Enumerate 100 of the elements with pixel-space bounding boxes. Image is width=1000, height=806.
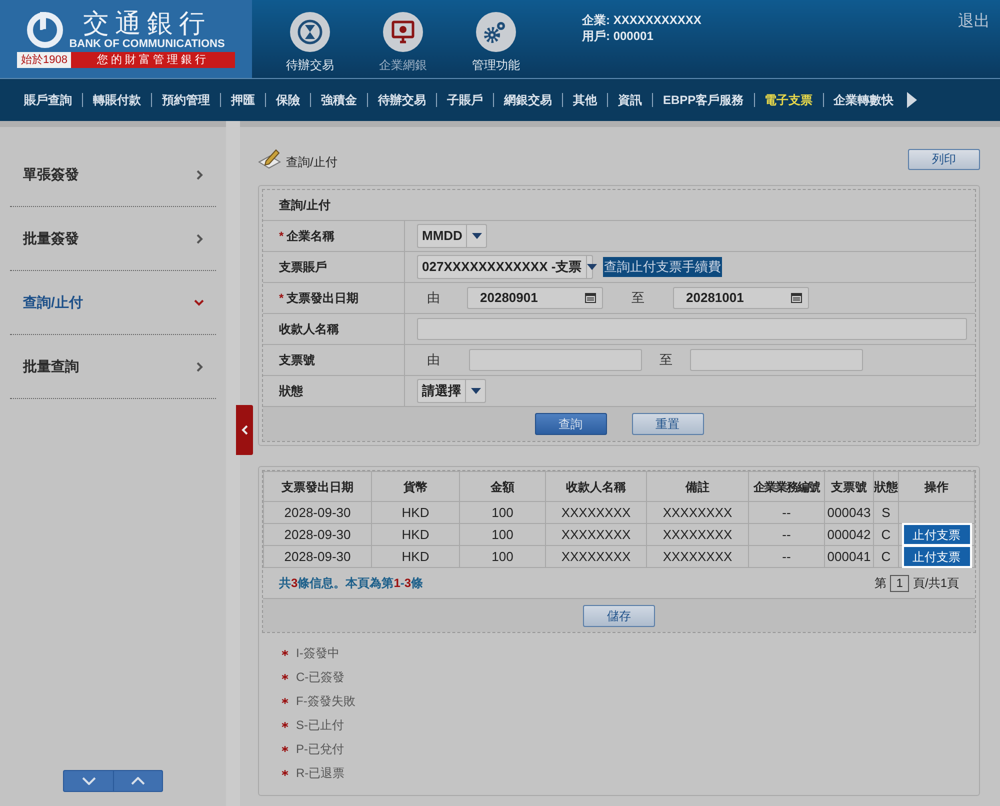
input-field[interactable] <box>469 349 642 371</box>
caret-icon <box>470 388 480 394</box>
date-field[interactable]: 20281001 <box>673 287 809 309</box>
status-legend-item: C-已簽發 <box>296 669 345 686</box>
field-label: 支票賬戶 <box>279 259 327 276</box>
nav-item[interactable]: 待辦交易 <box>368 91 436 109</box>
save-button[interactable]: 儲存 <box>583 604 655 626</box>
calendar-icon <box>791 293 802 303</box>
input-field[interactable] <box>690 349 863 371</box>
column-header: 狀態 <box>874 472 898 502</box>
status-legend-item: F-簽發失敗 <box>296 693 356 710</box>
sidebar-item[interactable]: 批量簽發 <box>10 207 216 271</box>
nav-item[interactable]: 預約管理 <box>152 91 220 109</box>
column-header: 支票發出日期 <box>264 472 372 502</box>
nav-item[interactable]: 保險 <box>266 91 310 109</box>
table-cell: XXXXXXXX <box>646 502 748 524</box>
calendar-icon <box>585 293 596 303</box>
table-cell: -- <box>748 524 824 546</box>
logout-link[interactable]: 退出 <box>958 10 990 34</box>
print-button[interactable]: 列印 <box>908 148 980 170</box>
nav-item[interactable]: 網銀交易 <box>494 91 562 109</box>
input-field[interactable] <box>417 318 967 340</box>
top-menu-item[interactable]: 管理功能 <box>466 12 526 78</box>
results-summary: 共3條信息。本頁為第1-3條 <box>279 575 424 592</box>
nav-item[interactable]: 子賬戶 <box>437 91 493 109</box>
fee-link[interactable]: 查詢止付支票手續費 <box>603 257 722 277</box>
chevron-right-icon <box>196 234 204 244</box>
founded-label: 始於1908 <box>17 52 72 68</box>
stop-payment-button[interactable]: 止付支票 <box>904 525 970 544</box>
scroll-right-icon[interactable] <box>906 91 918 109</box>
dropdown[interactable]: 請選擇 <box>417 379 486 403</box>
pager-label: 頁/共1頁 <box>912 575 959 592</box>
table-cell: XXXXXXXX <box>646 524 748 546</box>
column-header: 支票號 <box>824 472 874 502</box>
hourglass-icon <box>290 12 330 52</box>
top-menu-item[interactable]: 企業網銀 <box>373 12 433 78</box>
field-label: 支票號 <box>279 352 315 369</box>
to-label: 至 <box>630 289 646 308</box>
scroll-up-button[interactable] <box>114 770 163 792</box>
table-cell: 000042 <box>824 524 874 546</box>
status-legend-item: P-已兌付 <box>296 741 344 758</box>
table-cell: 2028-09-30 <box>264 524 372 546</box>
sidebar-item[interactable]: 查詢/止付 <box>10 271 216 335</box>
chevron-left-icon <box>241 425 248 435</box>
date-field[interactable]: 20280901 <box>467 287 603 309</box>
page-number-field[interactable]: 1 <box>890 574 909 592</box>
nav-item[interactable]: 強積金 <box>311 91 367 109</box>
asterisk-icon <box>282 746 288 752</box>
field-label: * 支票發出日期 <box>279 290 359 307</box>
slogan: 您的財富管理銀行 <box>96 52 210 68</box>
status-legend-item: S-已止付 <box>296 717 344 734</box>
company-info: 企業: XXXXXXXXXXX <box>582 12 702 28</box>
status-legend-item: R-已退票 <box>296 765 345 782</box>
gears-icon <box>476 12 516 52</box>
column-header: 金額 <box>460 472 546 502</box>
scroll-down-button[interactable] <box>63 770 114 792</box>
bank-english-name: BANK OF COMMUNICATIONS <box>69 38 225 50</box>
nav-item[interactable]: EBPP客戶服務 <box>653 91 754 109</box>
search-button[interactable]: 查詢 <box>534 413 606 435</box>
sidebar-item[interactable]: 單張簽發 <box>10 143 216 207</box>
form-title: 查詢/止付 <box>279 197 330 214</box>
nav-item[interactable]: 企業轉數快 <box>824 91 904 109</box>
nav-item[interactable]: 轉賬付款 <box>83 91 151 109</box>
pager-label: 第 <box>874 575 886 592</box>
table-cell: -- <box>748 546 824 568</box>
table-cell: HKD <box>372 502 460 524</box>
reset-button[interactable]: 重置 <box>632 413 704 435</box>
table-cell: XXXXXXXX <box>546 546 646 568</box>
table-cell: XXXXXXXX <box>546 502 646 524</box>
nav-item[interactable]: 電子支票 <box>754 91 823 109</box>
table-cell: 100 <box>460 546 546 568</box>
dropdown[interactable]: MMDD <box>417 224 488 248</box>
user-info: 用戶: 000001 <box>582 28 654 44</box>
asterisk-icon <box>282 698 288 704</box>
nav-item[interactable]: 資訊 <box>608 91 652 109</box>
table-cell: HKD <box>372 546 460 568</box>
table-cell: 000043 <box>824 502 874 524</box>
table-cell: C <box>874 546 898 568</box>
collapse-sidebar-button[interactable] <box>236 405 253 455</box>
bank-name: 交通銀行 <box>83 10 211 38</box>
chevron-right-icon <box>196 170 204 180</box>
nav-item[interactable]: 賬戶查詢 <box>14 91 82 109</box>
column-header: 操作 <box>898 472 974 502</box>
field-label: 狀態 <box>279 383 303 400</box>
top-menu-item[interactable]: 待辦交易 <box>280 12 340 78</box>
page-title: 查詢/止付 <box>286 154 338 171</box>
stop-payment-button[interactable]: 止付支票 <box>904 547 970 566</box>
chevron-up-icon <box>131 777 145 785</box>
nav-item[interactable]: 押匯 <box>221 91 265 109</box>
chevron-down-icon <box>194 298 204 306</box>
bank-logo-icon <box>27 12 64 48</box>
to-label: 至 <box>658 351 674 370</box>
chevron-right-icon <box>196 362 204 372</box>
sidebar-item[interactable]: 批量查詢 <box>10 335 216 399</box>
asterisk-icon <box>282 722 288 728</box>
table-cell: 000041 <box>824 546 874 568</box>
table-cell: S <box>874 502 898 524</box>
caret-icon <box>586 264 597 270</box>
nav-item[interactable]: 其他 <box>563 91 607 109</box>
table-cell: C <box>874 524 898 546</box>
